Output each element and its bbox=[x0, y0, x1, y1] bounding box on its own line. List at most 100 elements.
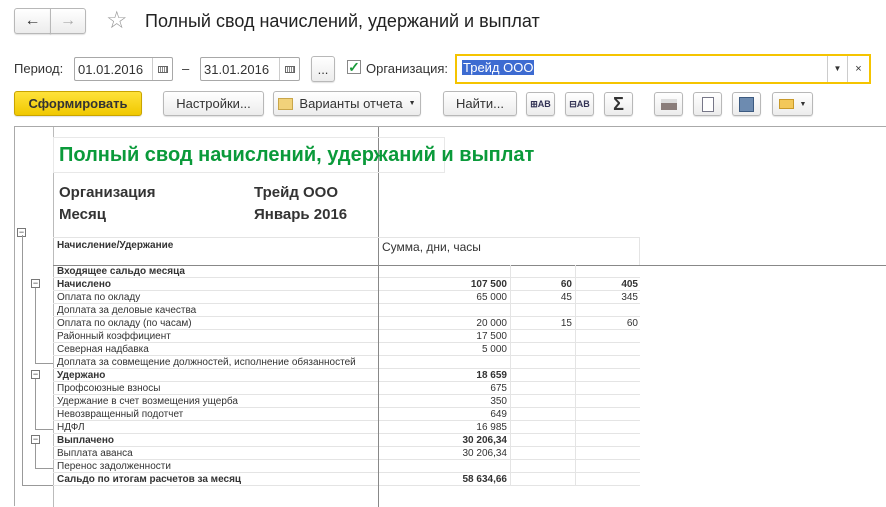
organization-checkbox[interactable]: ✓ bbox=[347, 60, 361, 74]
chevron-down-icon: ▼ bbox=[799, 100, 807, 108]
printer-icon bbox=[660, 98, 677, 110]
save-button[interactable] bbox=[732, 92, 761, 116]
table-row[interactable]: Доплата за деловые качества bbox=[53, 304, 640, 317]
window-title: Полный свод начислений, удержаний и выпл… bbox=[145, 11, 540, 31]
organization-label: Организация: bbox=[366, 61, 449, 76]
row-sum: 107 500 bbox=[378, 278, 510, 291]
organization-header-label: Организация bbox=[59, 184, 156, 201]
find-button[interactable]: Найти... bbox=[443, 91, 517, 116]
favorite-star-icon[interactable]: ☆ bbox=[106, 6, 128, 35]
table-row[interactable]: Сальдо по итогам расчетов за месяц 58 634… bbox=[53, 473, 640, 486]
row-hours bbox=[575, 330, 640, 343]
save-icon bbox=[739, 96, 754, 112]
arrow-right-icon: → bbox=[60, 12, 76, 29]
row-hours bbox=[575, 369, 640, 382]
table-row[interactable]: Выплата аванса 30 206,34 bbox=[53, 447, 640, 460]
table-row[interactable]: Перенос задолженности bbox=[53, 460, 640, 473]
sum-button[interactable]: Σ bbox=[604, 92, 633, 116]
row-sum bbox=[378, 460, 510, 473]
table-row[interactable]: Удержание в счет возмещения ущерба 350 bbox=[53, 395, 640, 408]
collapse-group-icon[interactable]: − bbox=[31, 370, 40, 379]
group-expand-icon: ⊞AB bbox=[530, 98, 551, 109]
row-name: Начислено bbox=[57, 279, 111, 290]
calendar-icon[interactable] bbox=[152, 58, 172, 80]
preview-button[interactable] bbox=[693, 92, 722, 116]
settings-button[interactable]: Настройки... bbox=[163, 91, 264, 116]
collapse-group-icon[interactable]: − bbox=[31, 435, 40, 444]
send-email-button[interactable]: ▼ bbox=[772, 92, 813, 116]
row-name: Выплата аванса bbox=[57, 448, 133, 459]
row-name: Районный коэффициент bbox=[57, 331, 171, 342]
table-row[interactable]: Удержано 18 659 bbox=[53, 369, 640, 382]
generate-button[interactable]: Сформировать bbox=[14, 91, 142, 116]
date-from-field[interactable]: 01.01.2016 bbox=[74, 57, 173, 81]
row-days bbox=[510, 447, 575, 460]
table-row[interactable]: Оплата по окладу 65 000 45 345 bbox=[53, 291, 640, 304]
row-days bbox=[510, 265, 575, 278]
row-days bbox=[510, 356, 575, 369]
table-row[interactable]: Профсоюзные взносы 675 bbox=[53, 382, 640, 395]
table-row[interactable]: НДФЛ 16 985 bbox=[53, 421, 640, 434]
row-days: 60 bbox=[510, 278, 575, 291]
row-hours bbox=[575, 395, 640, 408]
print-button[interactable] bbox=[654, 92, 683, 116]
row-sum: 5 000 bbox=[378, 343, 510, 356]
row-days bbox=[510, 382, 575, 395]
row-days bbox=[510, 395, 575, 408]
organization-field[interactable]: Трейд ООО ▼ × bbox=[455, 54, 871, 84]
tree-line bbox=[35, 288, 53, 364]
chevron-down-icon: ▼ bbox=[408, 100, 416, 107]
date-to-value: 31.01.2016 bbox=[204, 61, 270, 77]
table-row[interactable]: Оплата по окладу (по часам) 20 000 15 60 bbox=[53, 317, 640, 330]
clear-icon[interactable]: × bbox=[847, 56, 869, 82]
row-name: Доплата за деловые качества bbox=[57, 305, 197, 316]
period-select-button[interactable]: ... bbox=[311, 56, 335, 82]
row-hours bbox=[575, 447, 640, 460]
row-sum: 20 000 bbox=[378, 317, 510, 330]
back-button[interactable]: ← bbox=[14, 8, 51, 34]
forward-button[interactable]: → bbox=[50, 8, 86, 34]
arrow-left-icon: ← bbox=[24, 12, 41, 29]
row-hours bbox=[575, 265, 640, 278]
row-hours bbox=[575, 460, 640, 473]
row-hours bbox=[575, 382, 640, 395]
collapse-groups-button[interactable]: ⊟AB bbox=[565, 92, 594, 116]
row-hours bbox=[575, 343, 640, 356]
table-row[interactable]: Входящее сальдо месяца bbox=[53, 265, 640, 278]
report-title: Полный свод начислений, удержаний и выпл… bbox=[59, 144, 535, 166]
row-days bbox=[510, 330, 575, 343]
row-name: Северная надбавка bbox=[57, 344, 149, 355]
row-days bbox=[510, 421, 575, 434]
row-hours bbox=[575, 408, 640, 421]
month-label: Месяц bbox=[59, 206, 106, 223]
row-days bbox=[510, 304, 575, 317]
row-days bbox=[510, 343, 575, 356]
row-sum bbox=[378, 356, 510, 369]
table-row[interactable]: Северная надбавка 5 000 bbox=[53, 343, 640, 356]
dropdown-arrow-icon[interactable]: ▼ bbox=[827, 56, 847, 82]
table-row[interactable]: Начислено 107 500 60 405 bbox=[53, 278, 640, 291]
row-sum: 16 985 bbox=[378, 421, 510, 434]
date-from-value: 01.01.2016 bbox=[78, 61, 144, 77]
row-sum: 30 206,34 bbox=[378, 434, 510, 447]
row-hours bbox=[575, 434, 640, 447]
row-name: НДФЛ bbox=[57, 422, 85, 433]
row-name: Невозвращенный подотчет bbox=[57, 409, 184, 420]
expand-groups-button[interactable]: ⊞AB bbox=[526, 92, 555, 116]
row-sum: 30 206,34 bbox=[378, 447, 510, 460]
table-row[interactable]: Районный коэффициент 17 500 bbox=[53, 330, 640, 343]
envelope-icon bbox=[778, 99, 794, 109]
collapse-group-icon[interactable]: − bbox=[31, 279, 40, 288]
row-hours: 405 bbox=[575, 278, 640, 291]
date-to-field[interactable]: 31.01.2016 bbox=[200, 57, 300, 81]
group-collapse-icon: ⊟AB bbox=[569, 98, 590, 109]
table-row[interactable]: Невозвращенный подотчет 649 bbox=[53, 408, 640, 421]
table-row[interactable]: Доплата за совмещение должностей, исполн… bbox=[53, 356, 640, 369]
table-row[interactable]: Выплачено 30 206,34 bbox=[53, 434, 640, 447]
calendar-icon[interactable] bbox=[279, 58, 299, 80]
sigma-icon: Σ bbox=[613, 93, 624, 114]
tree-line bbox=[35, 444, 53, 469]
row-sum: 350 bbox=[378, 395, 510, 408]
tree-line bbox=[35, 379, 53, 430]
report-variants-button[interactable]: Варианты отчета ▼ bbox=[273, 91, 421, 116]
